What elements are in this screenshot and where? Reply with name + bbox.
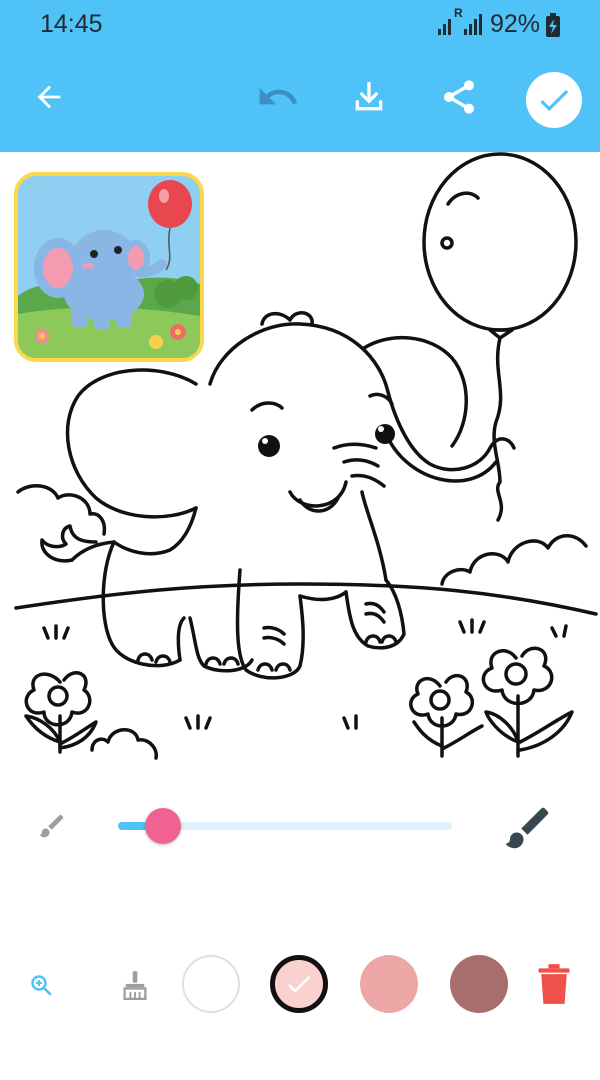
- color-swatch-light-pink[interactable]: [270, 955, 328, 1013]
- selected-check-icon: [288, 976, 311, 993]
- broom-icon: [123, 971, 147, 1000]
- download-icon: [355, 82, 383, 111]
- color-swatch-white[interactable]: [182, 955, 240, 1013]
- battery-charging-icon: [546, 12, 560, 37]
- share-icon: [444, 80, 474, 114]
- small-brush-button[interactable]: [34, 808, 70, 844]
- zoom-button[interactable]: [26, 970, 56, 1000]
- eraser-button[interactable]: [118, 968, 152, 1002]
- arrow-left-icon: [37, 85, 61, 109]
- brush-size-thumb[interactable]: [144, 808, 181, 844]
- undo-icon: [259, 87, 298, 105]
- large-brush-icon: [505, 807, 549, 849]
- done-button[interactable]: [526, 72, 582, 128]
- color-swatch-pink[interactable]: [360, 955, 418, 1013]
- roaming-badge: R: [453, 6, 463, 20]
- back-button[interactable]: [26, 74, 72, 120]
- trash-icon: [538, 964, 570, 1004]
- status-time: 14:45: [40, 10, 103, 38]
- zoom-in-icon: [31, 975, 52, 996]
- share-button[interactable]: [436, 74, 482, 120]
- small-brush-icon: [39, 814, 64, 838]
- download-button[interactable]: [346, 74, 392, 120]
- large-brush-button[interactable]: [498, 798, 558, 858]
- status-indicators: R 92%: [437, 6, 560, 39]
- reference-thumbnail[interactable]: [14, 172, 204, 362]
- reference-image: [18, 176, 200, 358]
- check-icon: [540, 89, 569, 112]
- delete-button[interactable]: [534, 960, 574, 1008]
- status-bar: 14:45 R 92%: [0, 0, 600, 48]
- battery-percent: 92%: [489, 10, 540, 38]
- color-swatch-mauve[interactable]: [450, 955, 508, 1013]
- undo-button[interactable]: [254, 74, 302, 120]
- app-toolbar: [0, 48, 600, 152]
